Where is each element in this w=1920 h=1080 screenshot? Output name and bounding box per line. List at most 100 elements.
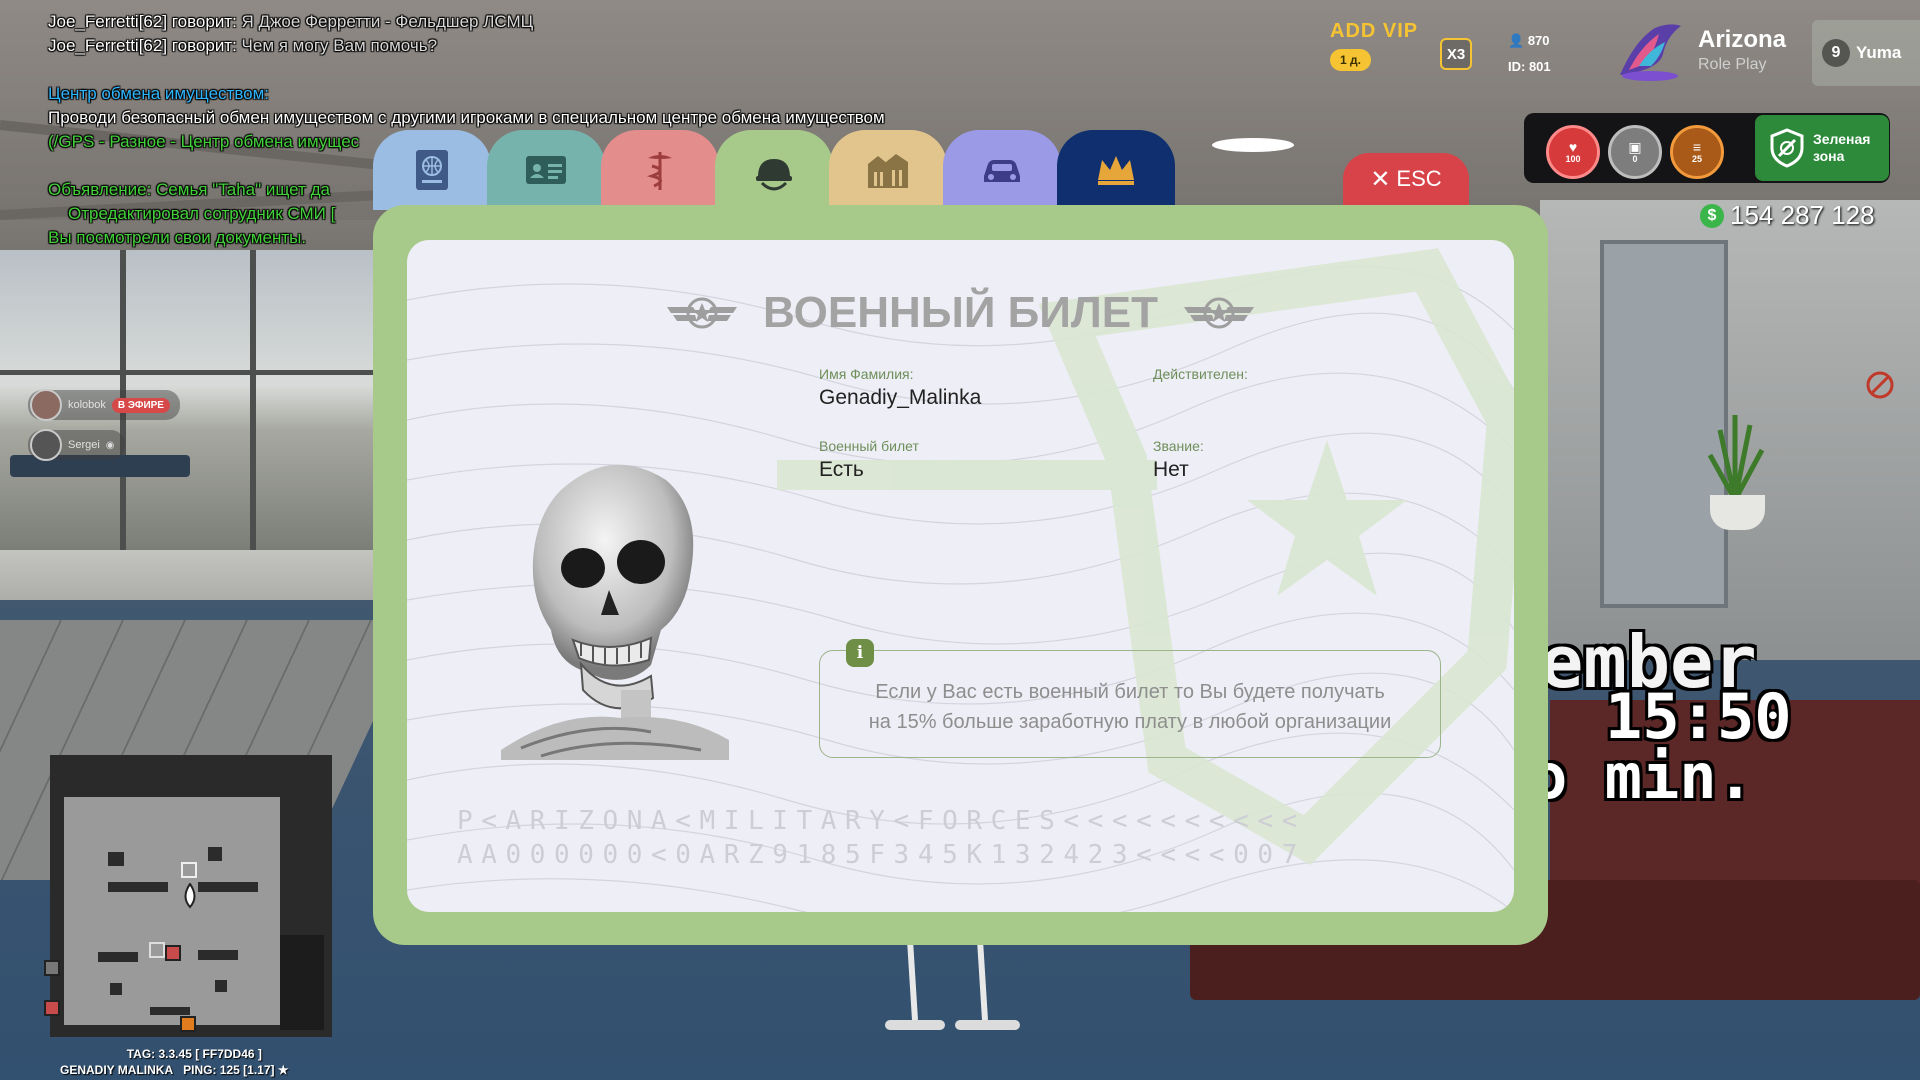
vip-title[interactable]: ADD VIP xyxy=(1330,20,1418,43)
info-text: Если у Вас есть военный билет то Вы буде… xyxy=(820,677,1440,737)
character-portrait xyxy=(501,464,729,760)
info-box: i Если у Вас есть военный билет то Вы бу… xyxy=(819,639,1441,758)
avatar xyxy=(30,389,62,421)
stream-sergei[interactable]: Sergei ◉ xyxy=(28,429,125,461)
minimap[interactable] xyxy=(44,755,332,1037)
chat-exchange-text: Проводи безопасный обмен имуществом с др… xyxy=(48,108,885,127)
zone-line1: Зеленая xyxy=(1813,131,1871,147)
passport-icon xyxy=(416,150,448,190)
server-number: 9 xyxy=(1822,39,1850,67)
tab-property[interactable] xyxy=(829,130,947,210)
no-smoking-sign xyxy=(1866,371,1894,399)
live-badge: В ЭФИРЕ xyxy=(111,397,170,413)
marker-square xyxy=(181,862,197,878)
tab-id-card[interactable] xyxy=(487,130,605,210)
ticket-value: Есть xyxy=(819,458,864,481)
server-name: Arizona xyxy=(1698,26,1787,53)
eye-icon: ◉ xyxy=(105,439,115,451)
rank-label: Звание: xyxy=(1153,438,1204,454)
tab-medical[interactable] xyxy=(601,130,719,210)
green-zone-badge: Зеленая зона xyxy=(1755,115,1889,181)
rank-value: Нет xyxy=(1153,458,1189,481)
card-header: ВОЕННЫЙ БИЛЕТ xyxy=(407,288,1514,338)
plant-pot xyxy=(1710,495,1765,530)
mrz-line-2: AA000000<0ARZ9185F345K132423<<<<007 xyxy=(457,840,1306,870)
zone-line2: зона xyxy=(1813,148,1845,164)
caduceus-icon xyxy=(646,152,672,190)
chat-message: Я Джое Ферретти - Фельдшер ЛСМЦ xyxy=(236,12,534,31)
id-card-icon xyxy=(526,156,566,184)
chat-speaker: Joe_Ferretti[62] говорит: xyxy=(48,12,237,31)
helmet-icon xyxy=(756,159,792,191)
stream-name: Sergei xyxy=(68,439,100,451)
marker-orange xyxy=(180,1016,196,1032)
tab-vip[interactable] xyxy=(1057,130,1175,210)
user-icon: 👤 xyxy=(1508,33,1525,48)
arizona-logo xyxy=(1620,24,1681,81)
info-line-2: на 15% больше заработную плату в любой о… xyxy=(868,711,1392,733)
hunger-indicator: ≡ 25 xyxy=(1670,125,1724,179)
shield-icon xyxy=(1770,128,1804,168)
hospital-marker xyxy=(165,945,181,961)
hunger-value: 25 xyxy=(1691,154,1702,164)
stream-kolobok[interactable]: kolobok В ЭФИРЕ xyxy=(28,389,180,421)
minimap-info: TAG: 3.3.45 [ FF7DD46 ] GENADIY MALINKA … xyxy=(60,1046,289,1078)
money-display: $ 154 287 128 xyxy=(1700,200,1875,231)
burger-icon: ≡ xyxy=(1692,139,1702,155)
info-line-1: Если у Вас есть военный билет то Вы буде… xyxy=(875,681,1385,703)
server-number-block: 9 Yuma xyxy=(1812,20,1920,86)
car-icon xyxy=(984,160,1020,182)
minutes-text: o min. xyxy=(1530,740,1754,813)
right-wall xyxy=(1540,200,1920,660)
ping-text: PING: 125 [1.17] ★ xyxy=(183,1063,289,1077)
vip-block[interactable]: ADD VIP 1 д. xyxy=(1330,20,1418,71)
marker-square xyxy=(149,942,165,958)
chat-speaker: Joe_Ferretti[62] говорит: xyxy=(48,36,237,55)
server-subtitle: Role Play xyxy=(1698,56,1767,73)
armor-value: 0 xyxy=(1632,154,1638,164)
avatar xyxy=(30,429,62,461)
online-count: 870 xyxy=(1527,33,1550,48)
player-arrow-icon xyxy=(184,883,196,909)
online-block: 👤 870 ID: 801 xyxy=(1508,28,1551,80)
buildings-icon xyxy=(868,154,908,188)
military-id-card: ВОЕННЫЙ БИЛЕТ Имя Фамилия: Genadiy_Malin… xyxy=(407,240,1514,912)
chat-exchange-title: Центр обмена имуществом: xyxy=(48,84,270,103)
tab-vehicles[interactable] xyxy=(943,130,1061,210)
armor-indicator: ▣ 0 xyxy=(1608,125,1662,179)
heart-icon: ♥ xyxy=(1568,139,1578,155)
door xyxy=(1600,240,1728,608)
tag-text: TAG: 3.3.45 [ FF7DD46 ] xyxy=(126,1047,262,1061)
document-title: ВОЕННЫЙ БИЛЕТ xyxy=(762,288,1159,337)
health-indicator: ♥ 100 xyxy=(1546,125,1600,179)
dollar-icon: $ xyxy=(1700,203,1724,228)
info-icon: i xyxy=(846,639,874,667)
chat-line: Joe_Ferretti[62] говорит: Я Джое Ферретт… xyxy=(48,10,885,34)
multiplier-badge: X3 xyxy=(1440,38,1472,70)
name-value: Genadiy_Malinka xyxy=(819,386,982,409)
money-amount: 154 287 128 xyxy=(1730,200,1875,230)
name-label: Имя Фамилия: xyxy=(819,366,914,382)
star-wings-emblem-icon xyxy=(1184,297,1255,329)
esc-label: ESC xyxy=(1396,166,1442,191)
valid-label: Действителен: xyxy=(1153,366,1248,382)
player-name: GENADIY MALINKA xyxy=(60,1063,174,1077)
close-button[interactable]: ✕ ESC xyxy=(1343,153,1469,205)
skeleton-legs xyxy=(885,940,1020,1030)
stream-name: kolobok xyxy=(68,399,106,411)
server-city: Yuma xyxy=(1856,43,1902,62)
marker-grey xyxy=(44,960,60,976)
ticket-label: Военный билет xyxy=(819,438,919,454)
chat-line: Joe_Ferretti[62] говорит: Чем я могу Вам… xyxy=(48,34,885,58)
tab-passport[interactable] xyxy=(373,130,491,210)
tab-highlight xyxy=(1212,138,1294,152)
star-wings-emblem-icon xyxy=(666,297,737,329)
marker-red xyxy=(44,1000,60,1016)
minimap-room xyxy=(64,797,280,1025)
player-id: ID: 801 xyxy=(1508,59,1551,74)
vip-days-badge: 1 д. xyxy=(1330,49,1371,71)
chat-message: Чем я могу Вам помочь? xyxy=(236,36,438,55)
plant xyxy=(1707,415,1765,500)
close-icon: ✕ xyxy=(1370,165,1391,193)
armor-icon: ▣ xyxy=(1628,139,1642,155)
